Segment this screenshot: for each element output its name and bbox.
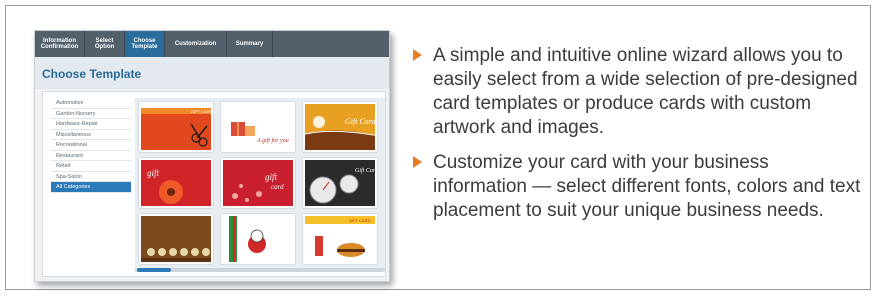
category-label: All Categories <box>56 184 91 190</box>
card-caption: GIFT CARD <box>349 218 371 223</box>
card-caption: Gift Card <box>355 167 377 174</box>
bullet-text: Customize your card with your business i… <box>433 152 861 221</box>
orange-arrow-icon <box>413 49 422 61</box>
tab-information-confirmation[interactable]: Information Confirmation <box>35 31 85 57</box>
orange-arrow-icon <box>413 156 422 168</box>
template-card[interactable] <box>221 214 295 264</box>
template-card[interactable]: GIFT CARD <box>303 214 377 264</box>
card-caption: Gift Card <box>345 117 377 126</box>
category-label: Miscellaneous <box>56 131 91 138</box>
fast-food-card-image: GIFT CARD <box>305 216 375 262</box>
category-item-retail[interactable]: Retail <box>51 161 131 172</box>
tab-label: Select Option <box>94 38 115 50</box>
template-card[interactable]: A gift for you <box>221 102 295 152</box>
hearts-card-image: gift card <box>223 160 293 206</box>
chef-card-image <box>223 216 293 262</box>
template-card[interactable]: Gift Card <box>303 158 377 208</box>
category-label: Automotive <box>56 100 84 106</box>
category-item-hardware-repair[interactable]: Hardware-Repair <box>51 119 131 130</box>
page-frame: Information Confirmation Select Option C… <box>5 5 871 290</box>
page-title: Choose Template <box>42 67 142 81</box>
category-item-recreational[interactable]: Recreational <box>51 140 131 151</box>
template-grid: GIFT CARD A gift for you Gift Card gift … <box>135 98 385 272</box>
category-label: Restaurant <box>56 152 83 159</box>
a-gift-for-you-card-image: A gift for you <box>223 104 293 150</box>
category-list: Automotive Garden-Nursery Hardware-Repai… <box>51 98 131 193</box>
feature-bullet-list: A simple and intuitive online wizard all… <box>411 44 866 234</box>
tab-label: Information Confirmation <box>40 38 79 50</box>
tab-label: Summary <box>235 41 264 47</box>
tab-choose-template[interactable]: Choose Template <box>125 31 165 57</box>
category-item-restaurant[interactable]: Restaurant <box>51 151 131 161</box>
chocolate-card-image <box>141 216 211 262</box>
template-card[interactable]: gift card <box>221 158 295 208</box>
feature-bullet: Customize your card with your business i… <box>411 151 866 223</box>
category-item-garden-nursery[interactable]: Garden-Nursery <box>51 109 131 119</box>
feature-bullet: A simple and intuitive online wizard all… <box>411 44 866 140</box>
template-card[interactable]: GIFT CARD <box>139 102 213 152</box>
template-scrollbar[interactable] <box>135 268 385 272</box>
flower-card-image: gift <box>141 160 211 206</box>
wizard-content: Automotive Garden-Nursery Hardware-Repai… <box>42 91 386 277</box>
scrollbar-thumb[interactable] <box>137 268 171 272</box>
card-caption: card <box>271 183 284 191</box>
bullet-text: A simple and intuitive online wizard all… <box>433 45 858 138</box>
template-card[interactable]: Gift Card <box>303 102 377 152</box>
template-card[interactable]: gift <box>139 158 213 208</box>
card-caption: A gift for you <box>256 137 289 144</box>
category-item-automotive[interactable]: Automotive <box>51 98 131 109</box>
tab-customization[interactable]: Customization <box>165 31 227 57</box>
card-caption: GIFT CARD <box>191 109 213 114</box>
category-item-miscellaneous[interactable]: Miscellaneous <box>51 130 131 140</box>
category-item-all-categories[interactable]: All Categories <box>51 182 131 193</box>
category-label: Retail <box>56 163 71 169</box>
tab-summary[interactable]: Summary <box>227 31 273 57</box>
gauges-card-image: Gift Card <box>305 160 377 206</box>
tab-select-option[interactable]: Select Option <box>85 31 125 57</box>
card-caption: gift <box>265 172 278 182</box>
wizard-tab-bar: Information Confirmation Select Option C… <box>35 31 389 57</box>
tab-bar-filler <box>273 31 389 57</box>
wizard-screenshot: Information Confirmation Select Option C… <box>34 30 390 282</box>
category-label: Recreational <box>56 142 87 148</box>
category-label: Hardware-Repair <box>56 121 98 127</box>
card-caption: gift <box>147 168 160 178</box>
tab-label: Customization <box>174 41 217 47</box>
tab-label: Choose Template <box>131 38 158 50</box>
coffee-card-image: Gift Card <box>305 104 377 150</box>
salon-card-image: GIFT CARD <box>141 104 213 150</box>
template-card[interactable] <box>139 214 213 264</box>
category-label: Garden-Nursery <box>56 110 96 117</box>
category-item-spa-salon[interactable]: Spa-Salon <box>51 172 131 182</box>
category-label: Spa-Salon <box>56 173 82 180</box>
